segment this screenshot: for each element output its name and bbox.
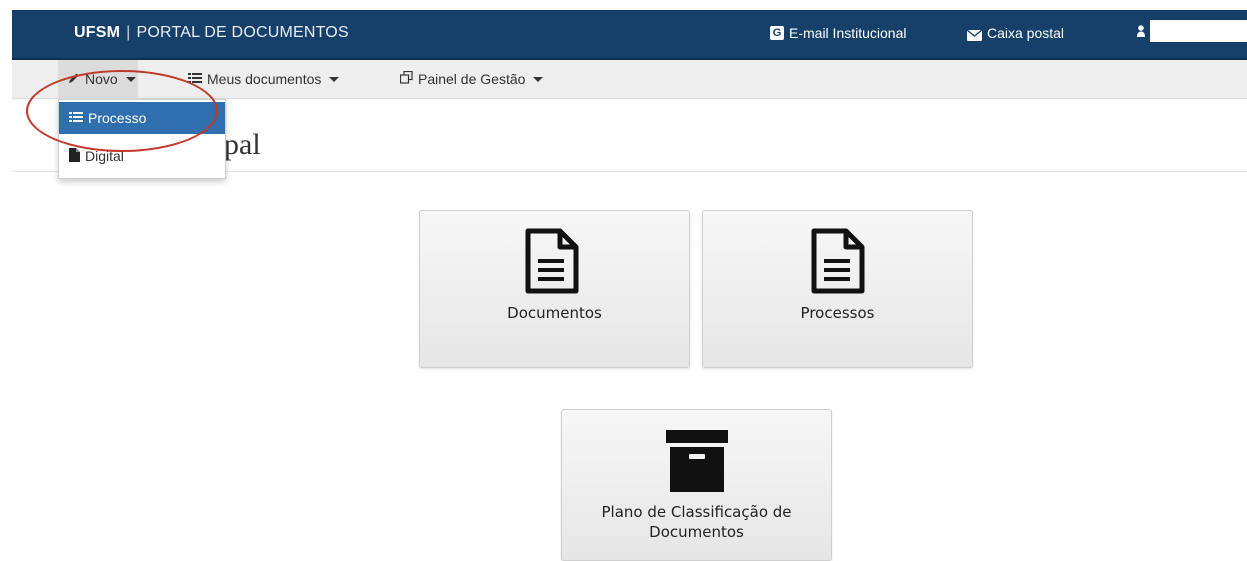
email-institucional-link[interactable]: G E-mail Institucional [770,25,907,41]
google-icon: G [770,26,784,40]
main-nav-bar: Novo Meus documentos Painel de Gestão [12,60,1247,99]
nav-novo-label: Novo [85,71,118,87]
tile-plano-classificacao[interactable]: Plano de Classificação de Documentos [561,409,832,561]
caret-down-icon [329,76,340,82]
caixa-postal-link[interactable]: Caixa postal [966,25,1065,41]
caret-down-icon [533,76,544,82]
user-icon [1137,24,1145,37]
tile-processos-label: Processos [800,304,875,322]
caret-down-icon [125,76,136,82]
tile-documentos[interactable]: Documentos [419,210,690,368]
brand-portal-name: PORTAL DE DOCUMENTOS [136,24,349,41]
copy-icon [399,70,413,87]
document-icon [811,228,865,294]
menu-item-digital[interactable]: Digital [59,140,225,172]
list-icon [188,71,202,87]
caixa-postal-label: Caixa postal [987,25,1065,41]
nav-meus-documentos-label: Meus documentos [207,71,322,87]
pencil-icon [68,71,80,87]
user-name-field[interactable] [1150,20,1247,42]
list-icon [69,110,83,126]
tile-plano-label-line1: Plano de Classificação de [601,503,792,521]
tile-plano-label-line2: Documentos [649,523,744,541]
document-icon [525,228,579,294]
nav-meus-documentos[interactable]: Meus documentos [188,60,340,98]
top-header-bar: UFSM | PORTAL DE DOCUMENTOS G E-mail Insti… [12,10,1247,60]
page-title: pal [224,128,261,161]
nav-painel-label: Painel de Gestão [418,71,526,87]
novo-dropdown-menu: Processo Digital [58,99,226,179]
menu-item-digital-label: Digital [85,148,124,164]
email-institucional-label: E-mail Institucional [789,25,907,41]
nav-painel-de-gestao[interactable]: Painel de Gestão [399,60,544,98]
nav-novo[interactable]: Novo [58,60,138,98]
tile-documentos-label: Documentos [507,304,602,322]
brand-separator: | [126,24,131,41]
file-icon [69,147,80,165]
brand-ufsm: UFSM [74,24,121,41]
menu-item-processo-label: Processo [88,110,147,126]
envelope-icon [966,28,983,41]
menu-item-processo[interactable]: Processo [59,102,225,134]
brand-logo[interactable]: UFSM | PORTAL DE DOCUMENTOS [74,24,349,42]
archive-box-icon [666,430,728,492]
tile-plano-label: Plano de Classificação de Documentos [562,502,831,542]
tile-processos[interactable]: Processos [702,210,973,368]
